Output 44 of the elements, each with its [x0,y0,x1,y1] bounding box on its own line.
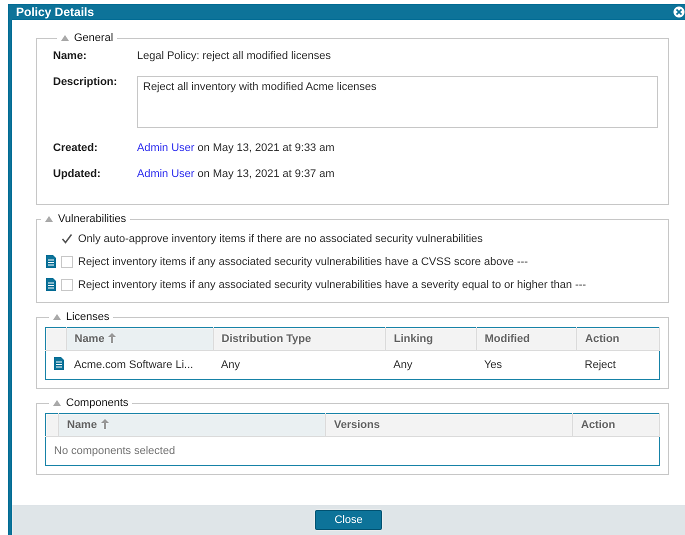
collapse-triangle-icon[interactable] [45,216,53,222]
document-icon[interactable] [46,255,56,268]
date-text: on May 13, 2021 at 9:33 am [198,142,335,154]
document-icon[interactable] [46,278,56,291]
date-text: on May 13, 2021 at 9:37 am [198,168,335,180]
field-value: Legal Policy: reject all modified licenses [137,50,332,62]
section-title: Licenses [66,311,110,323]
sort-up-icon[interactable] [108,333,116,343]
section-title: Vulnerabilities [58,213,126,225]
column-header[interactable]: Versions [326,414,572,436]
table-cell: Reject [576,350,660,380]
close-button[interactable]: Close [315,510,382,530]
close-icon[interactable] [673,6,685,18]
window-title: Policy Details [16,5,94,19]
user-link[interactable]: Admin User [137,168,194,180]
table-cell: Yes [476,350,577,380]
section-title: General [74,32,114,44]
column-header[interactable]: Name [58,414,326,436]
field-label: Created: [53,142,99,154]
collapse-triangle-icon[interactable] [53,314,61,320]
column-header[interactable]: Name [66,328,213,350]
table-cell: Any [213,350,386,380]
sort-up-icon[interactable] [100,419,109,429]
field-label: Description: [53,76,118,88]
column-header[interactable]: Distribution Type [213,328,386,350]
option-label: Reject inventory items if any associated security vulnerabilities have a CVSS score above --- [78,256,528,268]
column-header[interactable]: Modified [476,328,577,350]
table-cell: Any [385,350,476,380]
collapse-triangle-icon[interactable] [61,35,69,41]
column-header[interactable]: Linking [385,328,476,350]
option-label: Reject inventory items if any associated security vulnerabilities have a severity equal to or higher than --- [78,278,586,290]
field-label: Name: [53,50,88,62]
section-title: Components [66,397,128,409]
empty-message: No components selected [46,436,660,466]
user-link[interactable]: Admin User [137,142,194,154]
description-field[interactable]: Reject all inventory with modified Acme licenses [137,76,658,128]
field-label: Updated: [53,168,102,180]
column-header[interactable]: Action [572,414,660,436]
column-header[interactable]: Action [576,328,660,350]
collapse-triangle-icon[interactable] [53,400,61,406]
option-label: Only auto-approve inventory items if there are no associated security vulnerabilities [78,232,483,244]
table-cell: Acme.com Software Li... [66,350,213,380]
document-icon[interactable] [54,357,64,370]
checkbox[interactable] [61,232,73,244]
